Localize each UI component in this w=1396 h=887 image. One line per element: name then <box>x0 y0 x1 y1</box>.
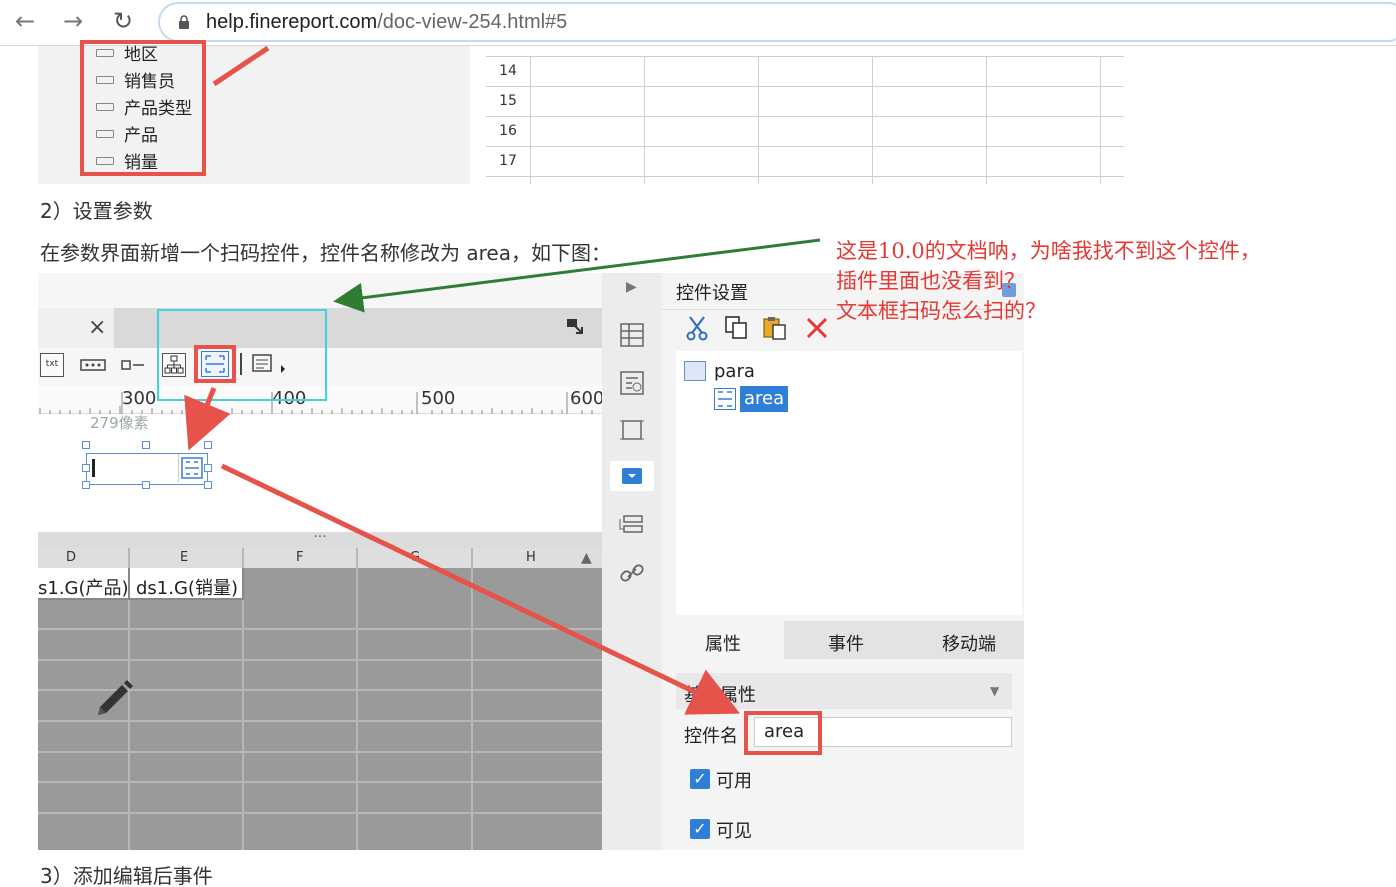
tab-properties[interactable]: 属性 <box>705 630 741 656</box>
checkbox-widget-icon[interactable] <box>120 353 146 377</box>
section-heading: 3）添加编辑后事件 <box>40 864 213 887</box>
ruler-mark: 500 <box>421 388 456 409</box>
widget-settings-panel: 控件设置 para area 属性 事件 移动端 基本属性 ▼ 控件名 area… <box>662 273 1024 850</box>
resize-handle[interactable] <box>204 481 212 489</box>
button-widget-icon[interactable] <box>80 353 106 377</box>
name-highlight-box <box>744 711 822 755</box>
row-number: 17 <box>499 153 517 169</box>
reload-icon[interactable]: ↻ <box>108 6 138 36</box>
copy-icon[interactable] <box>724 315 750 341</box>
column-header[interactable]: F <box>296 550 303 565</box>
row-number: 16 <box>499 123 517 139</box>
collapse-icon[interactable] <box>566 317 584 335</box>
scroll-up-icon[interactable]: ▲ <box>581 550 592 566</box>
column-header-bar <box>38 548 602 568</box>
condition-attribute-icon[interactable] <box>618 369 646 397</box>
url-text: help.finereport.com/doc-view-254.html#5 <box>206 11 568 33</box>
tab-events[interactable]: 事件 <box>828 630 864 656</box>
forward-arrow-icon[interactable]: → <box>58 6 88 36</box>
comment-line: 插件里面也没看到？ <box>836 269 1025 293</box>
toolbar-highlight-box <box>157 309 327 401</box>
sheet-preview: 14 15 16 17 <box>486 56 1124 184</box>
back-arrow-icon[interactable]: ← <box>10 6 40 36</box>
resize-handle[interactable] <box>82 464 90 472</box>
column-header[interactable]: H <box>526 550 536 565</box>
scan-icon[interactable] <box>178 454 204 482</box>
address-bar[interactable]: help.finereport.com/doc-view-254.html#5 <box>158 2 1396 42</box>
column-header[interactable]: D <box>66 550 76 565</box>
cell-attribute-icon[interactable] <box>618 321 646 349</box>
resize-handle[interactable] <box>82 481 90 489</box>
delete-icon[interactable] <box>804 315 830 341</box>
tree-node-para[interactable]: para <box>714 361 755 382</box>
browser-toolbar: ← → ↻ help.finereport.com/doc-view-254.h… <box>0 0 1396 46</box>
para-node-icon <box>684 361 706 381</box>
row-number: 14 <box>499 63 517 79</box>
panel-splitter[interactable]: ··· <box>38 530 602 548</box>
visible-checkbox[interactable]: ✓ <box>690 819 710 839</box>
section-heading: 2）设置参数 <box>40 199 153 223</box>
hierarchy-icon[interactable] <box>618 511 646 539</box>
widget-name-label: 控件名 <box>684 726 738 747</box>
column-header[interactable]: G <box>410 550 420 565</box>
column-header[interactable]: E <box>180 550 188 565</box>
cell-product[interactable]: s1.G(产品) <box>38 574 129 600</box>
link-icon[interactable] <box>618 559 646 587</box>
ruler-mark: 600 <box>570 388 605 409</box>
enabled-label: 可用 <box>716 771 752 792</box>
tab-mobile[interactable]: 移动端 <box>942 630 996 656</box>
resize-handle[interactable] <box>82 441 90 449</box>
cell-sales[interactable]: ds1.G(销量) <box>136 574 238 600</box>
resize-handle[interactable] <box>204 441 212 449</box>
comment-line: 文本框扫码怎么扫的？ <box>836 299 1046 323</box>
scan-tool-highlight-box <box>194 345 236 383</box>
lock-icon <box>179 15 189 29</box>
frame-attribute-icon[interactable] <box>618 416 646 444</box>
section-paragraph: 在参数界面新增一个扫码控件，控件名称修改为 area，如下图： <box>40 241 611 265</box>
top-screenshot-snippet: 地区 销售员 产品类型 产品 销量 14 15 16 17 <box>38 40 1124 184</box>
tree-node-area[interactable]: area <box>740 386 789 412</box>
visible-label: 可见 <box>716 821 752 842</box>
text-caret <box>92 459 95 477</box>
close-icon[interactable]: × <box>88 315 106 340</box>
pixel-position-label: 279像素 <box>90 414 149 432</box>
widget-settings-tab[interactable] <box>610 461 654 491</box>
comment-line: 这是10.0的文档呐，为啥我找不到这个控件， <box>836 239 1261 263</box>
row-number: 15 <box>499 93 517 109</box>
user-comment: 这是10.0的文档呐，为啥我找不到这个控件， 插件里面也没看到？ 文本框扫码怎么… <box>836 236 1356 326</box>
fields-highlight-box <box>80 40 206 176</box>
cut-icon[interactable] <box>684 315 710 341</box>
basic-properties-label: 基本属性 <box>684 685 756 706</box>
resize-handle[interactable] <box>142 481 150 489</box>
scan-node-icon <box>714 388 736 410</box>
resize-handle[interactable] <box>142 441 150 449</box>
resize-handle[interactable] <box>204 464 212 472</box>
ruler-mark: 300 <box>122 388 157 409</box>
text-widget-icon[interactable]: txt <box>40 353 64 377</box>
chevron-down-icon[interactable]: ▼ <box>990 684 999 698</box>
side-toolbar: ▶ <box>602 273 662 850</box>
expand-arrow-icon[interactable]: ▶ <box>626 279 637 295</box>
paste-icon[interactable] <box>762 315 788 341</box>
pencil-icon <box>98 680 133 715</box>
enabled-checkbox[interactable]: ✓ <box>690 769 710 789</box>
panel-title: 控件设置 <box>676 283 748 304</box>
